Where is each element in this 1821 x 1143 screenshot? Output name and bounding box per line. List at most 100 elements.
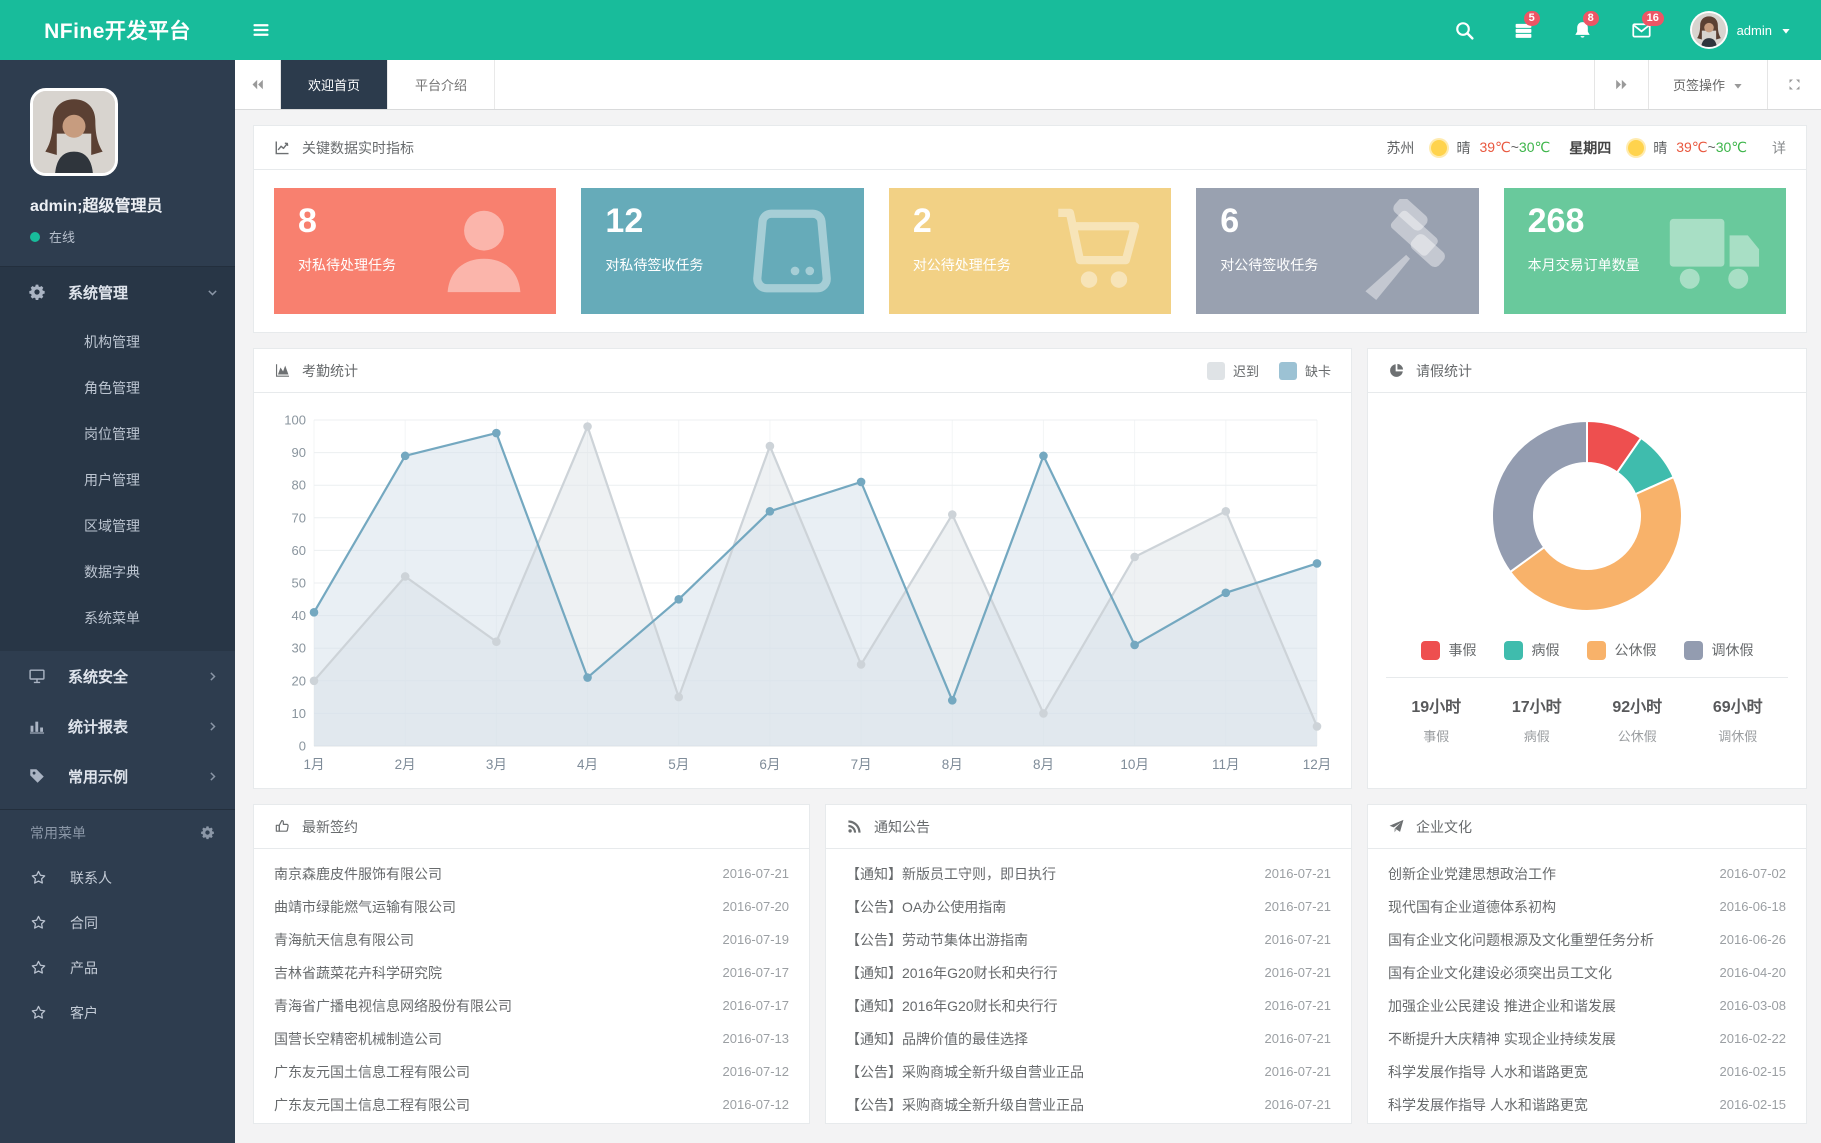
- list-item[interactable]: 国营长空精密机械制造公司2016-07-13: [274, 1022, 789, 1055]
- donut-slice-调休假: [1492, 421, 1587, 572]
- list-item[interactable]: 曲靖市绿能燃气运输有限公司2016-07-20: [274, 890, 789, 923]
- leave-stat-调休假: 69小时调休假: [1688, 693, 1789, 745]
- list-item[interactable]: 青海省广播电视信息网络股份有限公司2016-07-17: [274, 989, 789, 1022]
- sidebar-item-系统管理[interactable]: 系统管理: [0, 267, 235, 317]
- weather-condition: 晴: [1456, 138, 1470, 158]
- list-item-text: 【公告】采购商城全新升级自营业正品: [846, 1062, 1084, 1082]
- badge-count: 8: [1583, 11, 1599, 26]
- tabs-scroll-right-button[interactable]: [1594, 60, 1648, 109]
- stat-card-本月交易订单数量[interactable]: 268本月交易订单数量: [1504, 188, 1786, 314]
- legend-swatch: [1587, 641, 1606, 660]
- stack-icon[interactable]: 5: [1513, 20, 1534, 41]
- list-item[interactable]: 现代国有企业道德体系初构2016-06-18: [1388, 890, 1786, 923]
- avatar: [1690, 11, 1728, 49]
- list-item[interactable]: 【公告】采购商城全新升级自营业正品 2016-07-21: [846, 1055, 1331, 1088]
- chevrons-left-icon: [250, 77, 265, 92]
- submenu: 机构管理角色管理岗位管理用户管理区域管理数据字典系统菜单: [0, 317, 235, 651]
- quick-item-客户[interactable]: 客户: [0, 990, 235, 1035]
- list-item[interactable]: 【公告】劳动节集体出游指南2016-07-21: [846, 923, 1331, 956]
- list-item-date: 2016-07-21: [1253, 965, 1332, 980]
- search-icon[interactable]: [1454, 20, 1475, 41]
- sidebar-subitem-岗位管理[interactable]: 岗位管理: [0, 411, 235, 457]
- legend-label: 迟到: [1233, 361, 1259, 380]
- list-item[interactable]: 【通知】新版员工守则，即日执行2016-07-21: [846, 857, 1331, 890]
- fullscreen-button[interactable]: [1767, 60, 1821, 109]
- tab-operations-dropdown[interactable]: 页签操作: [1648, 60, 1767, 109]
- sidebar-subitem-机构管理[interactable]: 机构管理: [0, 319, 235, 365]
- svg-text:60: 60: [292, 543, 306, 558]
- svg-text:40: 40: [292, 608, 306, 623]
- sidebar-subitem-用户管理[interactable]: 用户管理: [0, 457, 235, 503]
- sidebar-item-系统安全[interactable]: 系统安全: [0, 651, 235, 701]
- stat-label: 事假: [1386, 726, 1487, 745]
- list-item[interactable]: 不断提升大庆精神 实现企业持续发展2016-02-22: [1388, 1022, 1786, 1055]
- svg-text:70: 70: [292, 510, 306, 525]
- chevron-down-icon: [206, 286, 219, 299]
- list-item-date: 2016-04-20: [1708, 965, 1787, 980]
- attendance-legend: 迟到 缺卡: [1207, 361, 1331, 380]
- sidebar-item-统计报表[interactable]: 统计报表: [0, 701, 235, 751]
- weather-weekday: 星期四: [1569, 138, 1611, 158]
- list-item[interactable]: 国有企业文化问题根源及文化重塑任务分析2016-06-26: [1388, 923, 1786, 956]
- sidebar-item-常用示例[interactable]: 常用示例: [0, 751, 235, 801]
- svg-text:20: 20: [292, 673, 306, 688]
- list-item[interactable]: 南京森鹿皮件服饰有限公司2016-07-21: [274, 857, 789, 890]
- weather-city: 苏州: [1386, 138, 1414, 158]
- user-menu[interactable]: admin: [1690, 11, 1791, 49]
- quick-item-合同[interactable]: 合同: [0, 900, 235, 945]
- list-item[interactable]: 广东友元国土信息工程有限公司2016-07-12: [274, 1088, 789, 1121]
- list-item[interactable]: 【公告】采购商城全新升级自营业正品2016-07-21: [846, 1088, 1331, 1121]
- list-item[interactable]: 科学发展作指导 人水和谐路更宽2016-02-15: [1388, 1088, 1786, 1121]
- list-body: 创新企业党建思想政治工作2016-07-02现代国有企业道德体系初构2016-0…: [1368, 849, 1806, 1124]
- list-item-date: 2016-07-21: [1253, 866, 1332, 881]
- thumb-icon: [274, 818, 291, 835]
- list-item-text: 科学发展作指导 人水和谐路更宽: [1388, 1062, 1588, 1082]
- svg-text:12月: 12月: [1303, 757, 1332, 772]
- quick-item-联系人[interactable]: 联系人: [0, 855, 235, 900]
- leave-legend: 事假病假公休假调休假: [1368, 640, 1806, 660]
- list-item[interactable]: 国有企业文化建设必须突出员工文化2016-04-20: [1388, 956, 1786, 989]
- temp-high: 39℃: [1676, 139, 1707, 155]
- main-nav: 系统管理机构管理角色管理岗位管理用户管理区域管理数据字典系统菜单系统安全统计报表…: [0, 266, 235, 801]
- mail-icon[interactable]: 16: [1631, 20, 1652, 41]
- stat-card-对私待签收任务[interactable]: 12对私待签收任务: [581, 188, 863, 314]
- list-item[interactable]: 【通知】品牌价值的最佳选择2016-07-21: [846, 1022, 1331, 1055]
- tabs-scroll-left-button[interactable]: [235, 60, 281, 109]
- sidebar-subitem-角色管理[interactable]: 角色管理: [0, 365, 235, 411]
- stat-card-对公待签收任务[interactable]: 6对公待签收任务: [1196, 188, 1478, 314]
- hamburger-menu-icon[interactable]: [251, 20, 271, 40]
- tab-欢迎首页[interactable]: 欢迎首页: [281, 60, 388, 109]
- list-item[interactable]: 【通知】2016年G20财长和央行行2016-07-21: [846, 956, 1331, 989]
- list-item[interactable]: 广东友元国土信息工程有限公司2016-07-12: [274, 1055, 789, 1088]
- sidebar-subitem-数据字典[interactable]: 数据字典: [0, 549, 235, 595]
- list-item[interactable]: 吉林省蔬菜花卉科学研究院2016-07-17: [274, 956, 789, 989]
- weather-detail-link[interactable]: 详: [1772, 138, 1786, 158]
- list-item[interactable]: 加强企业公民建设 推进企业和谐发展2016-03-08: [1388, 989, 1786, 1022]
- stat-card-对私待处理任务[interactable]: 8对私待处理任务: [274, 188, 556, 314]
- tab-平台介绍[interactable]: 平台介绍: [388, 60, 495, 109]
- list-item-date: 2016-07-17: [711, 965, 790, 980]
- list-item[interactable]: 【公告】OA办公使用指南2016-07-21: [846, 890, 1331, 923]
- list-item-date: 2016-06-26: [1708, 932, 1787, 947]
- list-panel-header: 通知公告: [826, 805, 1351, 849]
- sidebar-subitem-区域管理[interactable]: 区域管理: [0, 503, 235, 549]
- indicators-header: 关键数据实时指标 苏州 晴 39℃~30℃ 星期四 晴 39℃~30℃ 详: [254, 126, 1806, 170]
- gear-icon[interactable]: [200, 825, 215, 840]
- legend-item-缺卡: 缺卡: [1279, 361, 1331, 380]
- leave-header: 请假统计: [1368, 349, 1806, 393]
- list-item[interactable]: 青海航天信息有限公司2016-07-19: [274, 923, 789, 956]
- stat-card-对公待处理任务[interactable]: 2对公待处理任务: [889, 188, 1171, 314]
- quick-item-产品[interactable]: 产品: [0, 945, 235, 990]
- list-item[interactable]: 【通知】2016年G20财长和央行行2016-07-21: [846, 989, 1331, 1022]
- list-item-date: 2016-07-21: [711, 866, 790, 881]
- list-item-date: 2016-07-21: [1253, 1064, 1332, 1079]
- list-item[interactable]: 创新企业党建思想政治工作2016-07-02: [1388, 857, 1786, 890]
- legend-item-调休假: 调休假: [1684, 640, 1754, 660]
- list-item[interactable]: 科学发展作指导 人水和谐路更宽2016-02-15: [1388, 1055, 1786, 1088]
- bell-icon[interactable]: 8: [1572, 20, 1593, 41]
- legend-label: 调休假: [1712, 640, 1754, 660]
- app-logo: NFine开发平台: [0, 15, 235, 45]
- legend-swatch: [1504, 641, 1523, 660]
- sidebar-subitem-系统菜单[interactable]: 系统菜单: [0, 595, 235, 641]
- quick-item-label: 客户: [70, 1003, 98, 1023]
